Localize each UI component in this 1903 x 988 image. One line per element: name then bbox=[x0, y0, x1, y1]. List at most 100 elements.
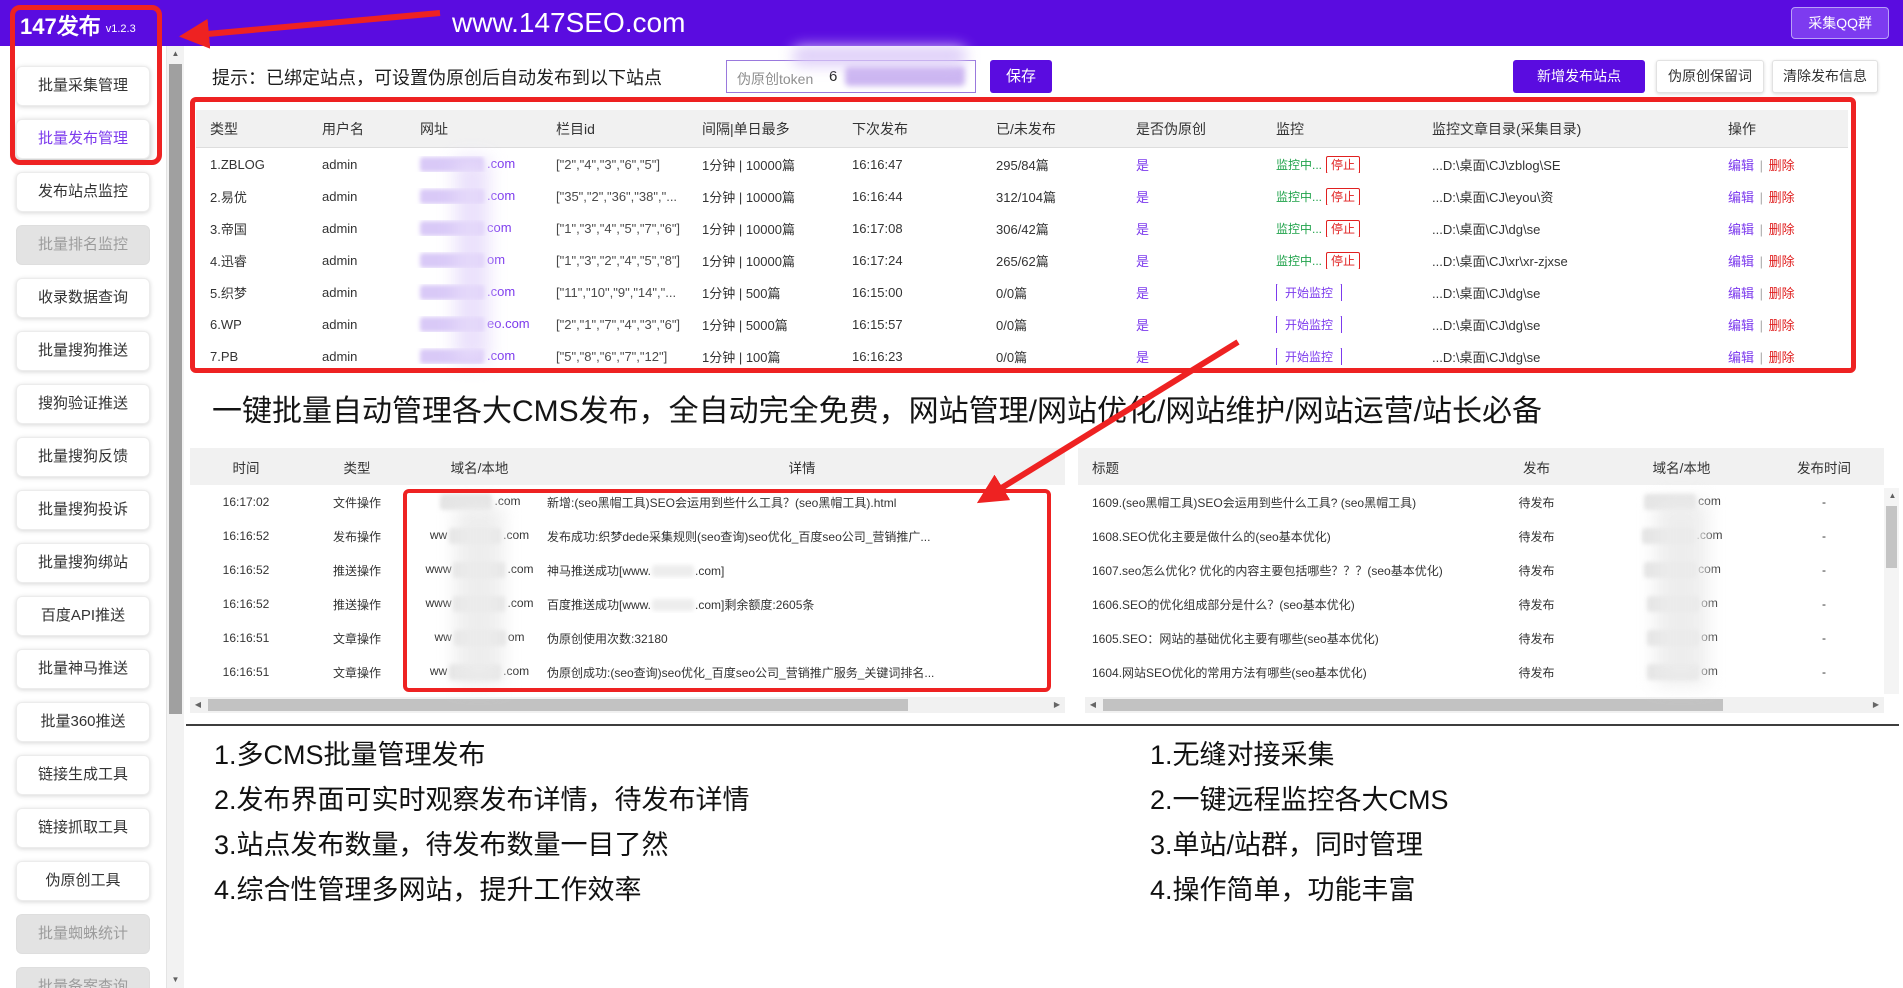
start-monitor-button[interactable]: 开始监控 bbox=[1276, 348, 1342, 365]
pending-vertical-scrollbar[interactable]: ▲ bbox=[1884, 488, 1899, 694]
save-button[interactable]: 保存 bbox=[990, 60, 1052, 93]
edit-link[interactable]: 编辑 bbox=[1728, 158, 1754, 173]
sidebar-item[interactable]: 搜狗验证推送 bbox=[16, 384, 150, 424]
redacted-domain-blob bbox=[449, 528, 501, 544]
cell-op-type: 文章操作 bbox=[302, 630, 412, 647]
scrollbar-thumb[interactable] bbox=[1103, 699, 1723, 711]
start-monitor-button[interactable]: 开始监控 bbox=[1276, 284, 1342, 301]
feature-item: 4.综合性管理多网站，提升工作效率 bbox=[214, 868, 750, 913]
detail-text: .com]剩余额度:2605条 bbox=[695, 598, 814, 612]
sidebar-item[interactable]: 百度API推送 bbox=[16, 596, 150, 636]
column-header: 下次发布 bbox=[838, 119, 982, 139]
cell-interval: 1分钟 | 10000篇 bbox=[688, 219, 838, 238]
cell-domain: ww.com bbox=[412, 528, 547, 544]
detail-text: .com] bbox=[695, 564, 724, 578]
sidebar-item[interactable]: 批量神马推送 bbox=[16, 649, 150, 689]
reserve-words-button[interactable]: 伪原创保留词 bbox=[1656, 60, 1764, 93]
domain-suffix: .com bbox=[487, 284, 515, 299]
cell-publish-time: - bbox=[1764, 631, 1884, 645]
sidebar-item[interactable]: 伪原创工具 bbox=[16, 861, 150, 901]
stop-monitor-button[interactable]: 停止 bbox=[1326, 156, 1360, 173]
sidebar-item[interactable]: 批量搜狗反馈 bbox=[16, 437, 150, 477]
edit-link[interactable]: 编辑 bbox=[1728, 318, 1754, 333]
table-row: 4.迅睿adminom["1","3","2","4","5","8"]1分钟 … bbox=[196, 244, 1848, 276]
edit-link[interactable]: 编辑 bbox=[1728, 190, 1754, 205]
scroll-up-icon[interactable]: ▲ bbox=[1884, 488, 1901, 504]
log-horizontal-scrollbar[interactable]: ◀ ▶ bbox=[190, 697, 1065, 713]
stop-monitor-button[interactable]: 停止 bbox=[1326, 220, 1360, 237]
sidebar-item[interactable]: 链接抓取工具 bbox=[16, 808, 150, 848]
edit-link[interactable]: 编辑 bbox=[1728, 286, 1754, 301]
cell-status: 待发布 bbox=[1474, 630, 1599, 647]
feature-item: 1.多CMS批量管理发布 bbox=[214, 733, 750, 778]
site-title: www.147SEO.com bbox=[452, 7, 685, 39]
sidebar-item[interactable]: 批量搜狗推送 bbox=[16, 331, 150, 371]
scroll-up-icon[interactable]: ▲ bbox=[167, 46, 184, 62]
domain-suffix: eo.com bbox=[487, 316, 530, 331]
add-site-button[interactable]: 新增发布站点 bbox=[1513, 60, 1645, 93]
sidebar-item[interactable]: 批量搜狗绑站 bbox=[16, 543, 150, 583]
scrollbar-thumb[interactable] bbox=[169, 64, 182, 714]
cell-next-publish: 16:17:24 bbox=[838, 253, 982, 268]
scrollbar-thumb[interactable] bbox=[208, 699, 908, 711]
token-input[interactable]: 伪原创token 6 bbox=[726, 60, 976, 93]
cell-next-publish: 16:15:57 bbox=[838, 317, 982, 332]
log-header-row: 时间类型域名/本地详情 bbox=[190, 448, 1065, 485]
scrollbar-thumb[interactable] bbox=[1886, 506, 1897, 568]
scroll-right-icon[interactable]: ▶ bbox=[1868, 697, 1884, 713]
content-scrollbar[interactable]: ▲ ▼ bbox=[166, 46, 184, 988]
redacted-domain-blob bbox=[420, 349, 484, 364]
start-monitor-button[interactable]: 开始监控 bbox=[1276, 316, 1342, 333]
delete-link[interactable]: 删除 bbox=[1769, 190, 1795, 205]
log-row: 16:16:52推送操作www.com百度推送成功[www..com]剩余额度:… bbox=[190, 587, 1065, 621]
table-row: 2.易优admin.com["35","2","36","38","...1分钟… bbox=[196, 180, 1848, 212]
scroll-left-icon[interactable]: ◀ bbox=[1085, 697, 1101, 713]
scroll-right-icon[interactable]: ▶ bbox=[1049, 697, 1065, 713]
edit-link[interactable]: 编辑 bbox=[1728, 254, 1754, 269]
column-header: 标题 bbox=[1078, 457, 1474, 477]
pending-horizontal-scrollbar[interactable]: ◀ ▶ bbox=[1085, 697, 1884, 713]
column-header: 类型 bbox=[196, 119, 308, 139]
column-header: 间隔|单日最多 bbox=[688, 119, 838, 139]
cell-domain: om bbox=[1599, 596, 1764, 612]
feature-item: 3.站点发布数量，待发布数量一目了然 bbox=[214, 823, 750, 868]
edit-link[interactable]: 编辑 bbox=[1728, 222, 1754, 237]
cell-interval: 1分钟 | 500篇 bbox=[688, 283, 838, 302]
cell-publish-time: - bbox=[1764, 597, 1884, 611]
sidebar-item: 批量备案查询 bbox=[16, 967, 150, 988]
cell-pseudo-original: 是 bbox=[1122, 283, 1262, 302]
domain-suffix: om bbox=[1701, 596, 1718, 610]
scroll-down-icon[interactable]: ▼ bbox=[167, 972, 184, 988]
cell-column-ids: ["1","3","4","5","7","6"] bbox=[542, 221, 688, 236]
delete-link[interactable]: 删除 bbox=[1769, 222, 1795, 237]
sidebar-item[interactable]: 批量发布管理 bbox=[16, 119, 150, 159]
qq-group-button[interactable]: 采集QQ群 bbox=[1791, 7, 1889, 39]
delete-link[interactable]: 删除 bbox=[1769, 254, 1795, 269]
edit-link[interactable]: 编辑 bbox=[1728, 350, 1754, 365]
clear-info-button[interactable]: 清除发布信息 bbox=[1772, 60, 1878, 93]
delete-link[interactable]: 删除 bbox=[1769, 158, 1795, 173]
sidebar-item[interactable]: 批量搜狗投诉 bbox=[16, 490, 150, 530]
cell-title: 1608.SEO优化主要是做什么的(seo基本优化) bbox=[1078, 528, 1474, 545]
cell-status: 待发布 bbox=[1474, 664, 1599, 681]
scroll-left-icon[interactable]: ◀ bbox=[190, 697, 206, 713]
app-logo: 147发布v1.2.3 bbox=[20, 9, 136, 41]
column-header: 域名/本地 bbox=[412, 457, 547, 477]
stop-monitor-button[interactable]: 停止 bbox=[1326, 252, 1360, 269]
sidebar-item[interactable]: 收录数据查询 bbox=[16, 278, 150, 318]
sidebar-item[interactable]: 批量采集管理 bbox=[16, 66, 150, 106]
domain-suffix: .com bbox=[494, 494, 520, 508]
cell-monitor: 监控中...停止 bbox=[1262, 156, 1418, 173]
redacted-token-blob bbox=[845, 66, 965, 86]
sidebar-item[interactable]: 批量360推送 bbox=[16, 702, 150, 742]
delete-link[interactable]: 删除 bbox=[1769, 286, 1795, 301]
sidebar-item[interactable]: 链接生成工具 bbox=[16, 755, 150, 795]
stop-monitor-button[interactable]: 停止 bbox=[1326, 188, 1360, 205]
delete-link[interactable]: 删除 bbox=[1769, 350, 1795, 365]
tip-text: 提示：已绑定站点，可设置伪原创后自动发布到以下站点 bbox=[212, 64, 662, 90]
delete-link[interactable]: 删除 bbox=[1769, 318, 1795, 333]
pending-header-row: 标题发布域名/本地发布时间 bbox=[1078, 448, 1884, 485]
sidebar-item[interactable]: 发布站点监控 bbox=[16, 172, 150, 212]
cell-username: admin bbox=[308, 349, 406, 364]
monitor-status-text: 监控中... bbox=[1276, 190, 1322, 204]
